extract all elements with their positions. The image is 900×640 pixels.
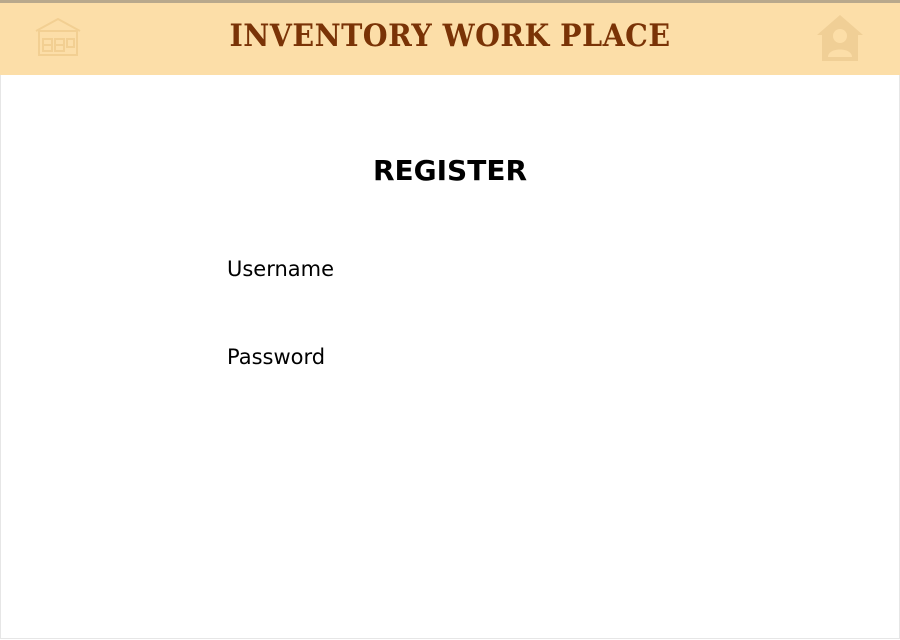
username-label: Username xyxy=(227,257,335,281)
app-title: INVENTORY WORK PLACE xyxy=(229,18,671,54)
password-label: Password xyxy=(227,345,326,369)
app-header: INVENTORY WORK PLACE xyxy=(0,0,900,75)
home-user-icon xyxy=(817,15,863,61)
page-title: REGISTER xyxy=(372,154,528,187)
username-input[interactable] xyxy=(227,290,673,320)
password-input[interactable] xyxy=(227,378,673,408)
home-button[interactable] xyxy=(814,13,866,63)
